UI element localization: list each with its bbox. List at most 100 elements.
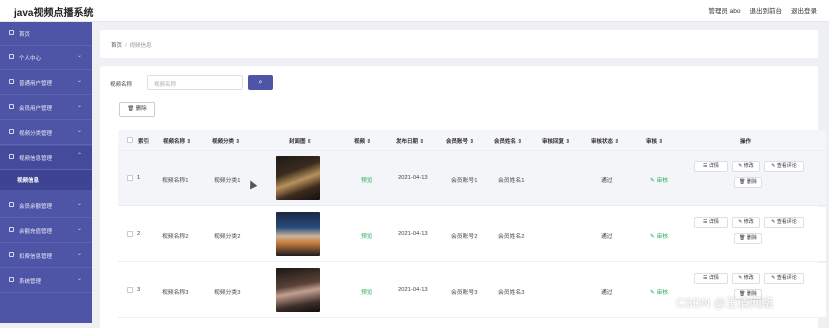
- cell-account: 会员账号3: [451, 290, 478, 296]
- chevron-down-icon: ⌄: [77, 128, 83, 134]
- sidebar-item-system[interactable]: 系统管理 ⌄: [0, 269, 92, 293]
- col-index: 索引: [138, 139, 150, 145]
- app-title: java视频点播系统: [14, 8, 94, 19]
- sidebar-item-label: 视频分类管理: [19, 131, 53, 137]
- cell-name: 视频名称2: [162, 234, 189, 240]
- chevron-down-icon: ⌄: [77, 276, 83, 282]
- admin-name: 管理员 abo: [708, 8, 741, 15]
- row-delete-button[interactable]: 🗑︎ 删除: [734, 233, 762, 244]
- video-preview-link[interactable]: 预览: [361, 175, 373, 184]
- chevron-down-icon: ⌄: [77, 53, 83, 59]
- sidebar-item-member-balance[interactable]: 会员余额管理 ⌄: [0, 194, 92, 218]
- sidebar-item-users[interactable]: 普通用户管理 ⌄: [0, 71, 92, 95]
- sidebar-item-home[interactable]: 首页: [0, 22, 92, 46]
- search-input[interactable]: 视频名称: [147, 75, 243, 90]
- detail-icon: ☰: [703, 163, 708, 169]
- audit-label: 审核: [656, 234, 669, 240]
- col-video[interactable]: 视频 ⇕: [354, 137, 371, 145]
- search-button[interactable]: ⌕: [248, 75, 273, 90]
- cell-date: 2021-04-13: [398, 287, 428, 293]
- content-layer: 视频名称 视频名称 ⌕ 🗑︎ 删除 索引 视频名称 ⇕ 视频分类 ⇕ 封面图 ⇕…: [100, 44, 826, 318]
- edit-button[interactable]: ✎ 修改: [732, 217, 760, 228]
- detail-label: 详情: [708, 275, 719, 281]
- row-checkbox[interactable]: [127, 287, 133, 293]
- table-row[interactable]: 2 视频名称2 视频分类2 预览 2021-04-13 会员账号2 会员姓名2 …: [118, 207, 826, 262]
- col-date[interactable]: 发布日期 ⇕: [396, 137, 424, 145]
- video-preview-link[interactable]: 预览: [361, 287, 373, 296]
- sidebar-item-members[interactable]: 会员用户管理 ⌄: [0, 96, 92, 120]
- back-to-front-link[interactable]: 退出到前台: [750, 5, 783, 15]
- comments-label: 查看评论: [776, 219, 797, 225]
- detail-button[interactable]: ☰ 详情: [694, 161, 728, 172]
- col-actions: 操作: [740, 139, 752, 145]
- edit-icon: ✎: [650, 234, 655, 240]
- sidebar-item-video-category[interactable]: 视频分类管理 ⌄: [0, 121, 92, 145]
- col-member[interactable]: 会员姓名 ⇕: [494, 137, 522, 145]
- watermark: CSDN @王倩网络: [676, 296, 774, 310]
- row-delete-label: 删除: [746, 179, 757, 185]
- audit-link[interactable]: ✎ 审核: [650, 287, 668, 296]
- edit-icon: ✎: [650, 178, 655, 184]
- edit-button[interactable]: ✎ 修改: [732, 273, 760, 284]
- select-all-checkbox[interactable]: [127, 137, 133, 143]
- logout-link[interactable]: 退出登录: [791, 5, 817, 15]
- sidebar-item-recharge[interactable]: 余额充值管理 ⌄: [0, 219, 92, 243]
- video-icon: [9, 154, 14, 159]
- view-comments-button[interactable]: ✎ 查看评论: [764, 273, 804, 284]
- col-name[interactable]: 视频名称 ⇕: [163, 137, 191, 145]
- cell-status: 通过: [601, 178, 613, 184]
- col-status[interactable]: 审核状态 ⇕: [591, 137, 619, 145]
- edit-label: 修改: [743, 275, 754, 281]
- table-header: 索引 视频名称 ⇕ 视频分类 ⇕ 封面图 ⇕ 视频 ⇕ 发布日期 ⇕ 会员账号 …: [118, 130, 826, 151]
- trash-icon: 🗑︎: [739, 235, 746, 241]
- sidebar-item-label: 系统管理: [19, 279, 42, 285]
- col-cover[interactable]: 封面图 ⇕: [289, 137, 312, 145]
- detail-label: 详情: [708, 219, 719, 225]
- col-category[interactable]: 视频分类 ⇕: [212, 137, 240, 145]
- delete-button-label: 删除: [135, 106, 147, 112]
- view-comments-button[interactable]: ✎ 查看评论: [764, 161, 804, 172]
- comments-label: 查看评论: [776, 275, 797, 281]
- sidebar-item-label: 普通用户管理: [19, 81, 53, 87]
- row-delete-button[interactable]: 🗑︎ 删除: [734, 177, 762, 188]
- user-icon: [9, 54, 14, 59]
- sidebar-item-label: 首页: [19, 32, 31, 38]
- member-icon: [9, 104, 14, 109]
- table-row[interactable]: 1 视频名称1 视频分类1 预览 2021-04-13 会员账号1 会员姓名1 …: [118, 151, 826, 206]
- edit-button[interactable]: ✎ 修改: [732, 161, 760, 172]
- detail-button[interactable]: ☰ 详情: [694, 217, 728, 228]
- cover-image: [276, 268, 320, 312]
- cell-member: 会员姓名3: [498, 290, 525, 296]
- detail-button[interactable]: ☰ 详情: [694, 273, 728, 284]
- sidebar-subitem-video-info[interactable]: 视频信息: [0, 170, 92, 190]
- audit-link[interactable]: ✎ 审核: [650, 231, 668, 240]
- chevron-down-icon: ⌄: [77, 251, 83, 257]
- row-delete-label: 删除: [746, 235, 757, 241]
- video-preview-link[interactable]: 预览: [361, 231, 373, 240]
- sidebar-item-deduction[interactable]: 扣费信息管理 ⌄: [0, 244, 92, 268]
- chevron-down-icon: ⌄: [77, 226, 83, 232]
- cell-date: 2021-04-13: [398, 175, 428, 181]
- cell-account: 会员账号2: [451, 234, 478, 240]
- col-audit[interactable]: 审核 ⇕: [646, 137, 663, 145]
- cell-category: 视频分类2: [214, 234, 241, 240]
- view-comments-button[interactable]: ✎ 查看评论: [764, 217, 804, 228]
- row-checkbox[interactable]: [127, 231, 133, 237]
- delete-button[interactable]: 🗑︎ 删除: [119, 102, 155, 117]
- search-icon: ⌕: [258, 79, 263, 86]
- audit-label: 审核: [656, 178, 669, 184]
- trash-icon: 🗑︎: [127, 106, 135, 112]
- col-account[interactable]: 会员账号 ⇕: [446, 137, 474, 145]
- category-icon: [9, 129, 14, 134]
- col-reply[interactable]: 审核回复 ⇕: [542, 137, 570, 145]
- edit-icon: ✎: [650, 290, 655, 296]
- users-icon: [9, 79, 14, 84]
- row-checkbox[interactable]: [127, 175, 133, 181]
- audit-link[interactable]: ✎ 审核: [650, 175, 668, 184]
- sidebar-item-video-info[interactable]: 视频信息管理 ⌃: [0, 146, 92, 170]
- receipt-icon: [9, 252, 14, 257]
- sidebar-item-profile[interactable]: 个人中心 ⌄: [0, 46, 92, 70]
- cell-member: 会员姓名1: [498, 178, 525, 184]
- audit-label: 审核: [656, 290, 669, 296]
- detail-label: 详情: [708, 163, 719, 169]
